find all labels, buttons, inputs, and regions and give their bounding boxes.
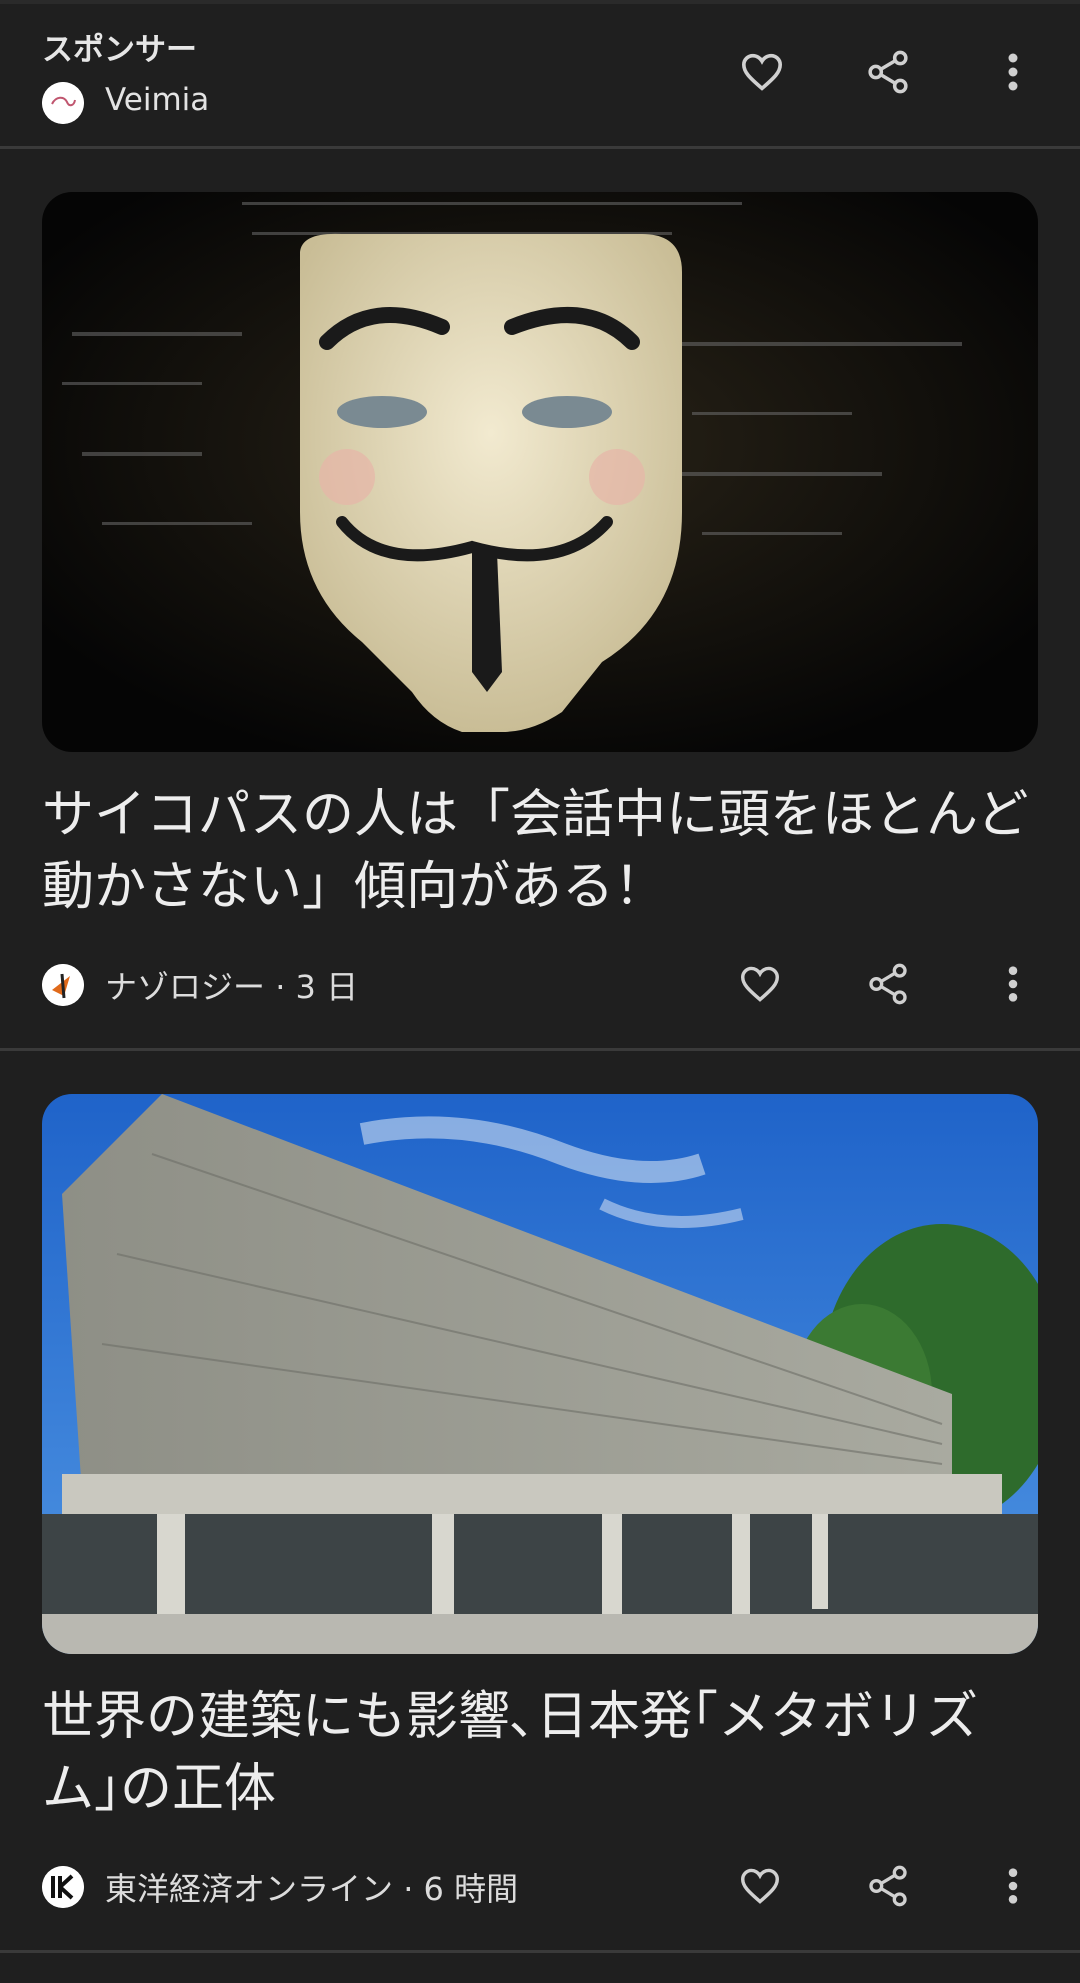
share-icon xyxy=(869,1865,907,1907)
article-image-building[interactable] xyxy=(42,1094,1038,1654)
share-icon xyxy=(869,963,907,1005)
separator: · xyxy=(393,1870,424,1908)
share-button[interactable] xyxy=(858,954,918,1014)
source-name[interactable]: 東洋経済オンライン xyxy=(105,1870,393,1908)
article-age: 6 時間 xyxy=(423,1870,519,1908)
heart-icon xyxy=(740,1868,780,1904)
more-vert-icon xyxy=(1008,53,1018,91)
article-age: 3 日 xyxy=(295,968,359,1006)
like-button[interactable] xyxy=(730,1856,790,1916)
source-logo-toyo-keizai xyxy=(42,1866,84,1908)
more-button[interactable] xyxy=(983,954,1043,1014)
share-button[interactable] xyxy=(858,1856,918,1916)
source-name[interactable]: ナゾロジー xyxy=(105,968,265,1006)
sponsor-name[interactable]: Veimia xyxy=(105,82,209,118)
sponsor-header: スポンサー Veimia xyxy=(0,4,1080,148)
share-icon xyxy=(868,50,908,94)
separator: · xyxy=(265,968,296,1006)
article-image-mask[interactable] xyxy=(42,192,1038,752)
article-source-line: 東洋経済オンライン · 6 時間 xyxy=(105,1864,518,1910)
more-vert-icon xyxy=(1008,966,1018,1002)
sponsor-label: スポンサー xyxy=(42,32,197,68)
article-source-line: ナゾロジー · 3 日 xyxy=(105,962,358,1008)
more-button[interactable] xyxy=(983,1856,1043,1916)
divider xyxy=(0,146,1080,149)
more-vert-icon xyxy=(1008,1868,1018,1904)
divider xyxy=(0,1950,1080,1953)
heart-icon xyxy=(741,53,783,91)
share-button[interactable] xyxy=(858,42,918,102)
like-button[interactable] xyxy=(730,954,790,1014)
article-title[interactable]: サイコパスの人は「会話中に頭をほとんど動かさない」傾向がある！ xyxy=(42,779,1032,923)
article-title[interactable]: 世界の建築にも影響､日本発｢メタボリズム｣の正体 xyxy=(42,1681,1032,1825)
heart-icon xyxy=(740,966,780,1002)
source-logo-nazology xyxy=(42,964,84,1006)
like-button[interactable] xyxy=(732,42,792,102)
divider xyxy=(0,1048,1080,1051)
more-button[interactable] xyxy=(983,42,1043,102)
sponsor-logo xyxy=(42,82,84,124)
